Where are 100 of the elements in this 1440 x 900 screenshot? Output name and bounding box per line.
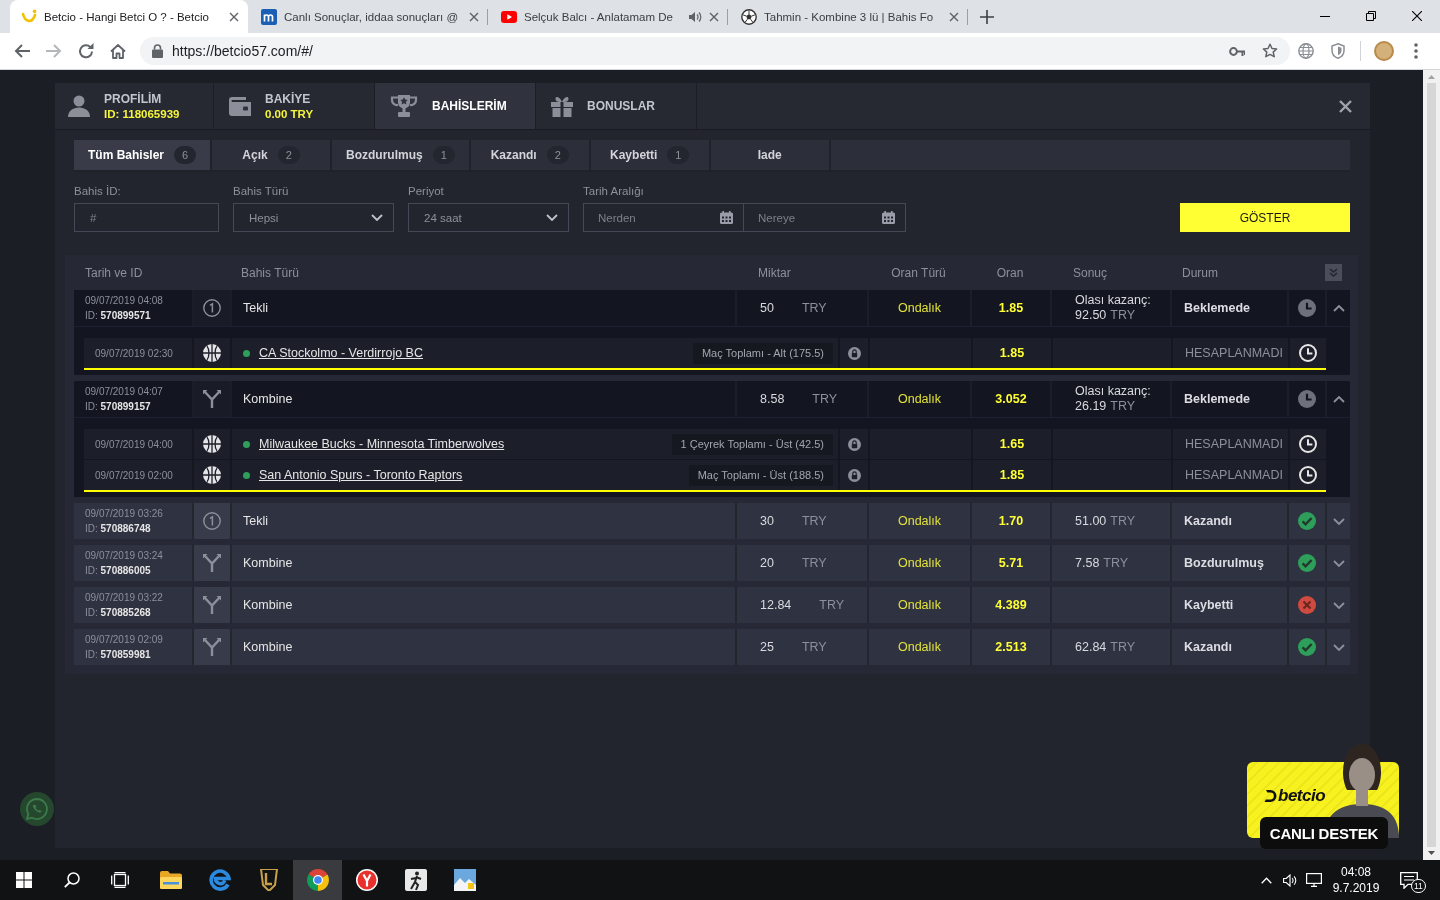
nav-tab[interactable]: BAHİSLERİM: [375, 83, 536, 129]
close-icon[interactable]: [1339, 99, 1352, 113]
bet-type-select[interactable]: Hepsi: [233, 203, 394, 232]
check-circle-icon: [1298, 638, 1316, 656]
scroll-down-icon: [1428, 851, 1435, 855]
bet-filter-tab[interactable]: Kaybetti 1: [590, 140, 711, 170]
show-button[interactable]: GÖSTER: [1180, 203, 1350, 232]
bet-id: ID: 570899571: [85, 309, 151, 323]
globe-icon[interactable]: [1298, 43, 1314, 59]
crest-icon: [258, 869, 279, 891]
bet-filter-tab[interactable]: Iade: [710, 140, 831, 170]
close-icon[interactable]: [1412, 11, 1422, 21]
bet-id-field[interactable]: #: [74, 203, 219, 232]
stake-amount: 12.84: [760, 598, 792, 612]
chevron-up-icon[interactable]: [1332, 395, 1345, 403]
y-logo-icon: [355, 869, 378, 891]
digit-circle-icon: [203, 512, 221, 530]
bet-type: Kombine: [243, 392, 293, 406]
match-link[interactable]: San Antonio Spurs - Toronto Raptors: [259, 468, 463, 482]
search-icon[interactable]: [64, 872, 80, 888]
odds-value: 1.85: [999, 346, 1025, 360]
avatar[interactable]: [1374, 41, 1394, 61]
currency-label: TRY: [812, 392, 838, 406]
payout-amount: 7.58: [1075, 555, 1100, 571]
currency-label: TRY: [819, 598, 845, 612]
task-view-icon[interactable]: [111, 872, 129, 888]
field-label: Periyot: [408, 184, 445, 198]
chevron-down-icon[interactable]: [1332, 559, 1345, 567]
monitor-icon[interactable]: [1306, 873, 1322, 887]
tab-count: 1: [432, 146, 455, 164]
back-icon[interactable]: [14, 44, 30, 58]
phone-bubble-icon[interactable]: [20, 792, 54, 826]
menu-icon[interactable]: [1414, 43, 1418, 59]
bet-status: Beklemede: [1184, 301, 1250, 315]
chevron-down-icon[interactable]: [1332, 643, 1345, 651]
chevron-up-icon[interactable]: [1332, 304, 1345, 312]
reload-icon[interactable]: [78, 43, 94, 59]
chevron-down-icon: [546, 214, 558, 221]
url-text[interactable]: https://betcio57.com/#/: [172, 43, 313, 59]
field-label: Bahis İD:: [74, 184, 122, 198]
double-chevron-down-icon: [1329, 268, 1338, 277]
browser-tab[interactable]: Betcio - Hangi Betci O ? - Betcio: [10, 0, 248, 33]
clock-date[interactable]: 9.7.2019: [1332, 880, 1380, 896]
lock-icon: [152, 44, 163, 58]
bet-filter-tab[interactable]: Tüm Bahisler 6: [74, 140, 213, 170]
currency-label: TRY: [801, 514, 827, 528]
address-bar[interactable]: https://betcio57.com/#/: [140, 37, 1290, 65]
star-icon[interactable]: [1262, 43, 1278, 59]
clock-icon: [1298, 390, 1316, 408]
nav-tab[interactable]: BONUSLAR: [536, 83, 697, 129]
currency-label: TRY: [801, 301, 827, 315]
odds-value: 1.70: [998, 514, 1024, 528]
live-support-button[interactable]: CANLI DESTEK: [1260, 817, 1388, 849]
selection-status: HESAPLANMADI: [1185, 346, 1283, 360]
chevron-down-icon[interactable]: [1332, 601, 1345, 609]
basketball-icon: [203, 466, 221, 484]
column-header: Oran: [995, 265, 1025, 280]
minimize-icon[interactable]: [1320, 15, 1330, 17]
odds-value: 1.85: [998, 301, 1024, 315]
column-header: Oran Türü: [890, 265, 947, 280]
bet-filter-tab[interactable]: Bozdurulmuş 1: [332, 140, 471, 170]
speaker-icon[interactable]: [1283, 873, 1297, 887]
chevron-down-icon[interactable]: [1332, 517, 1345, 525]
column-header: Tarih ve ID: [84, 265, 144, 280]
nav-tab[interactable]: PROFİLİM ID: 118065939: [55, 83, 214, 129]
bet-type: Tekli: [243, 301, 268, 315]
column-header: Sonuç: [1072, 265, 1109, 280]
field-label: Tarih Aralığı: [583, 184, 645, 198]
play-icon: [501, 10, 517, 23]
close-icon[interactable]: [229, 11, 239, 22]
date-from-field[interactable]: Nerden: [583, 203, 744, 232]
home-icon[interactable]: [110, 43, 126, 59]
key-icon[interactable]: [1229, 46, 1245, 56]
lock-circle-icon: [847, 437, 861, 451]
taskbar-button[interactable]: [293, 860, 342, 900]
scrollbar[interactable]: [1423, 70, 1440, 860]
bet-filter-tab[interactable]: Açık 2: [212, 140, 333, 170]
bet-date: 09/07/2019 03:24: [85, 549, 163, 563]
start-icon[interactable]: [16, 872, 32, 888]
swirl-icon: [21, 8, 37, 25]
e-logo-icon: [208, 869, 231, 891]
bet-status: Bozdurulmuş: [1184, 556, 1264, 570]
date-to-field[interactable]: Nereye: [744, 203, 906, 232]
person-icon: [68, 95, 90, 117]
restore-icon[interactable]: [1366, 11, 1376, 21]
clock-time[interactable]: 04:08: [1341, 864, 1371, 880]
match-link[interactable]: CA Stockolmo - Verdirrojo BC: [259, 346, 423, 360]
stake-amount: 50: [760, 301, 774, 315]
bet-date: 09/07/2019 02:09: [85, 633, 163, 647]
field-label: Bahis Türü: [233, 184, 290, 198]
shield-icon[interactable]: [1331, 43, 1345, 59]
tab-count: 6: [174, 146, 197, 164]
cross-circle-icon: [1298, 596, 1316, 614]
plus-icon[interactable]: [980, 9, 994, 24]
nav-tab[interactable]: BAKİYE 0.00 TRY: [214, 83, 375, 129]
bet-filter-tab[interactable]: Kazandı 2: [470, 140, 591, 170]
payout-label: Olası kazanç:: [1075, 293, 1151, 308]
bet-status: Kazandı: [1184, 640, 1232, 654]
period-select[interactable]: 24 saat: [408, 203, 569, 232]
match-link[interactable]: Milwaukee Bucks - Minnesota Timberwolves: [259, 437, 505, 451]
